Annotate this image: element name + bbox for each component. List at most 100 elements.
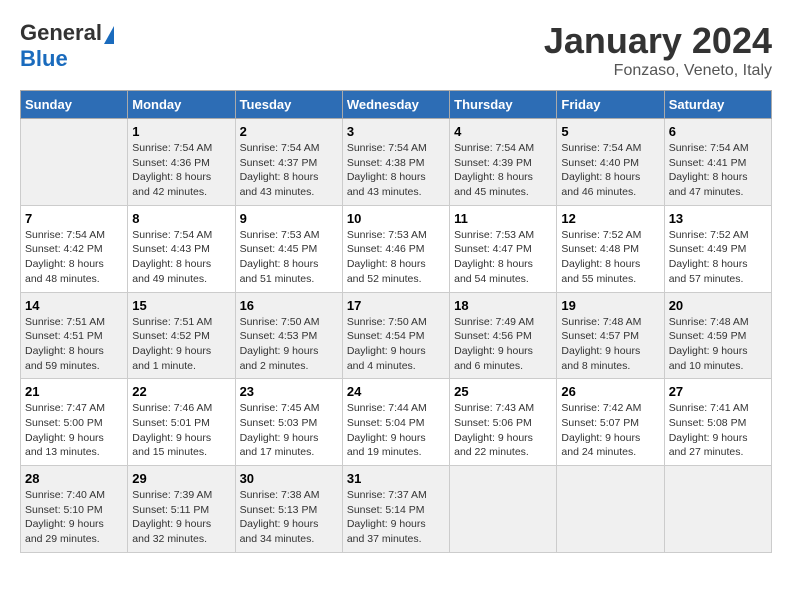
day-number: 7 [25, 211, 123, 226]
day-number: 1 [132, 124, 230, 139]
header-day-tuesday: Tuesday [235, 91, 342, 119]
day-number: 15 [132, 298, 230, 313]
header-day-monday: Monday [128, 91, 235, 119]
calendar-cell: 18 Sunrise: 7:49 AM Sunset: 4:56 PM Dayli… [450, 292, 557, 379]
header-day-wednesday: Wednesday [342, 91, 449, 119]
calendar-cell [664, 466, 771, 553]
day-info: Sunrise: 7:49 AM Sunset: 4:56 PM Dayligh… [454, 315, 552, 374]
page-header: General Blue January 2024 Fonzaso, Venet… [20, 20, 772, 80]
day-info: Sunrise: 7:52 AM Sunset: 4:49 PM Dayligh… [669, 228, 767, 287]
week-row-2: 7Sunrise: 7:54 AM Sunset: 4:42 PM Daylig… [21, 205, 772, 292]
logo-icon [104, 26, 114, 44]
day-number: 12 [561, 211, 659, 226]
calendar-cell: 23Sunrise: 7:45 AM Sunset: 5:03 PM Dayli… [235, 379, 342, 466]
calendar-cell: 31 Sunrise: 7:37 AM Sunset: 5:14 PM Dayli… [342, 466, 449, 553]
logo-blue: Blue [20, 46, 68, 72]
calendar-cell: 5 Sunrise: 7:54 AM Sunset: 4:40 PM Daylig… [557, 119, 664, 206]
day-number: 9 [240, 211, 338, 226]
day-number: 5 [561, 124, 659, 139]
day-number: 20 [669, 298, 767, 313]
day-number: 17 [347, 298, 445, 313]
day-number: 2 [240, 124, 338, 139]
day-number: 6 [669, 124, 767, 139]
header-day-thursday: Thursday [450, 91, 557, 119]
day-info: Sunrise: 7:54 AM Sunset: 4:43 PM Dayligh… [132, 228, 230, 287]
day-info: Sunrise: 7:37 AM Sunset: 5:14 PM Dayligh… [347, 488, 445, 547]
day-number: 29 [132, 471, 230, 486]
day-info: Sunrise: 7:54 AM Sunset: 4:38 PM Dayligh… [347, 141, 445, 200]
day-info: Sunrise: 7:50 AM Sunset: 4:53 PM Dayligh… [240, 315, 338, 374]
day-info: Sunrise: 7:51 AM Sunset: 4:52 PM Dayligh… [132, 315, 230, 374]
day-info: Sunrise: 7:41 AM Sunset: 5:08 PM Dayligh… [669, 401, 767, 460]
day-info: Sunrise: 7:51 AM Sunset: 4:51 PM Dayligh… [25, 315, 123, 374]
subtitle: Fonzaso, Veneto, Italy [544, 62, 772, 80]
day-info: Sunrise: 7:39 AM Sunset: 5:11 PM Dayligh… [132, 488, 230, 547]
header-day-saturday: Saturday [664, 91, 771, 119]
day-number: 25 [454, 384, 552, 399]
day-info: Sunrise: 7:54 AM Sunset: 4:36 PM Dayligh… [132, 141, 230, 200]
day-info: Sunrise: 7:47 AM Sunset: 5:00 PM Dayligh… [25, 401, 123, 460]
day-info: Sunrise: 7:53 AM Sunset: 4:47 PM Dayligh… [454, 228, 552, 287]
day-info: Sunrise: 7:48 AM Sunset: 4:59 PM Dayligh… [669, 315, 767, 374]
calendar-table: SundayMondayTuesdayWednesdayThursdayFrid… [20, 90, 772, 553]
day-number: 19 [561, 298, 659, 313]
week-row-3: 14 Sunrise: 7:51 AM Sunset: 4:51 PM Dayli… [21, 292, 772, 379]
day-info: Sunrise: 7:54 AM Sunset: 4:39 PM Dayligh… [454, 141, 552, 200]
day-info: Sunrise: 7:48 AM Sunset: 4:57 PM Dayligh… [561, 315, 659, 374]
header-day-friday: Friday [557, 91, 664, 119]
calendar-cell: 11Sunrise: 7:53 AM Sunset: 4:47 PM Dayli… [450, 205, 557, 292]
day-info: Sunrise: 7:50 AM Sunset: 4:54 PM Dayligh… [347, 315, 445, 374]
day-number: 10 [347, 211, 445, 226]
logo: General Blue [20, 20, 114, 72]
calendar-cell: 8 Sunrise: 7:54 AM Sunset: 4:43 PM Daylig… [128, 205, 235, 292]
day-number: 23 [240, 384, 338, 399]
calendar-cell [450, 466, 557, 553]
day-number: 16 [240, 298, 338, 313]
day-info: Sunrise: 7:40 AM Sunset: 5:10 PM Dayligh… [25, 488, 123, 547]
title-area: January 2024 Fonzaso, Veneto, Italy [544, 20, 772, 80]
calendar-cell: 3 Sunrise: 7:54 AM Sunset: 4:38 PM Daylig… [342, 119, 449, 206]
calendar-cell: 30Sunrise: 7:38 AM Sunset: 5:13 PM Dayli… [235, 466, 342, 553]
calendar-cell: 29 Sunrise: 7:39 AM Sunset: 5:11 PM Dayli… [128, 466, 235, 553]
day-number: 4 [454, 124, 552, 139]
day-number: 21 [25, 384, 123, 399]
calendar-cell: 1 Sunrise: 7:54 AM Sunset: 4:36 PM Daylig… [128, 119, 235, 206]
day-number: 18 [454, 298, 552, 313]
calendar-cell [21, 119, 128, 206]
calendar-cell: 25 Sunrise: 7:43 AM Sunset: 5:06 PM Dayli… [450, 379, 557, 466]
calendar-cell: 2 Sunrise: 7:54 AM Sunset: 4:37 PM Daylig… [235, 119, 342, 206]
calendar-cell: 28Sunrise: 7:40 AM Sunset: 5:10 PM Dayli… [21, 466, 128, 553]
day-number: 14 [25, 298, 123, 313]
day-info: Sunrise: 7:42 AM Sunset: 5:07 PM Dayligh… [561, 401, 659, 460]
day-number: 3 [347, 124, 445, 139]
calendar-cell: 16 Sunrise: 7:50 AM Sunset: 4:53 PM Dayli… [235, 292, 342, 379]
calendar-cell: 7Sunrise: 7:54 AM Sunset: 4:42 PM Daylig… [21, 205, 128, 292]
day-number: 27 [669, 384, 767, 399]
calendar-cell: 12 Sunrise: 7:52 AM Sunset: 4:48 PM Dayli… [557, 205, 664, 292]
day-info: Sunrise: 7:46 AM Sunset: 5:01 PM Dayligh… [132, 401, 230, 460]
week-row-5: 28Sunrise: 7:40 AM Sunset: 5:10 PM Dayli… [21, 466, 772, 553]
calendar-cell: 9 Sunrise: 7:53 AM Sunset: 4:45 PM Daylig… [235, 205, 342, 292]
calendar-cell: 6 Sunrise: 7:54 AM Sunset: 4:41 PM Daylig… [664, 119, 771, 206]
day-number: 8 [132, 211, 230, 226]
day-info: Sunrise: 7:53 AM Sunset: 4:45 PM Dayligh… [240, 228, 338, 287]
day-info: Sunrise: 7:53 AM Sunset: 4:46 PM Dayligh… [347, 228, 445, 287]
day-number: 13 [669, 211, 767, 226]
day-info: Sunrise: 7:54 AM Sunset: 4:41 PM Dayligh… [669, 141, 767, 200]
day-info: Sunrise: 7:52 AM Sunset: 4:48 PM Dayligh… [561, 228, 659, 287]
day-number: 31 [347, 471, 445, 486]
header-day-sunday: Sunday [21, 91, 128, 119]
calendar-cell: 13 Sunrise: 7:52 AM Sunset: 4:49 PM Dayli… [664, 205, 771, 292]
day-number: 26 [561, 384, 659, 399]
day-info: Sunrise: 7:54 AM Sunset: 4:40 PM Dayligh… [561, 141, 659, 200]
header-row: SundayMondayTuesdayWednesdayThursdayFrid… [21, 91, 772, 119]
calendar-cell: 22Sunrise: 7:46 AM Sunset: 5:01 PM Dayli… [128, 379, 235, 466]
day-info: Sunrise: 7:43 AM Sunset: 5:06 PM Dayligh… [454, 401, 552, 460]
calendar-cell: 15 Sunrise: 7:51 AM Sunset: 4:52 PM Dayli… [128, 292, 235, 379]
calendar-cell: 21 Sunrise: 7:47 AM Sunset: 5:00 PM Dayli… [21, 379, 128, 466]
day-info: Sunrise: 7:54 AM Sunset: 4:37 PM Dayligh… [240, 141, 338, 200]
calendar-cell: 14 Sunrise: 7:51 AM Sunset: 4:51 PM Dayli… [21, 292, 128, 379]
calendar-cell: 24Sunrise: 7:44 AM Sunset: 5:04 PM Dayli… [342, 379, 449, 466]
day-info: Sunrise: 7:38 AM Sunset: 5:13 PM Dayligh… [240, 488, 338, 547]
calendar-cell: 10 Sunrise: 7:53 AM Sunset: 4:46 PM Dayli… [342, 205, 449, 292]
